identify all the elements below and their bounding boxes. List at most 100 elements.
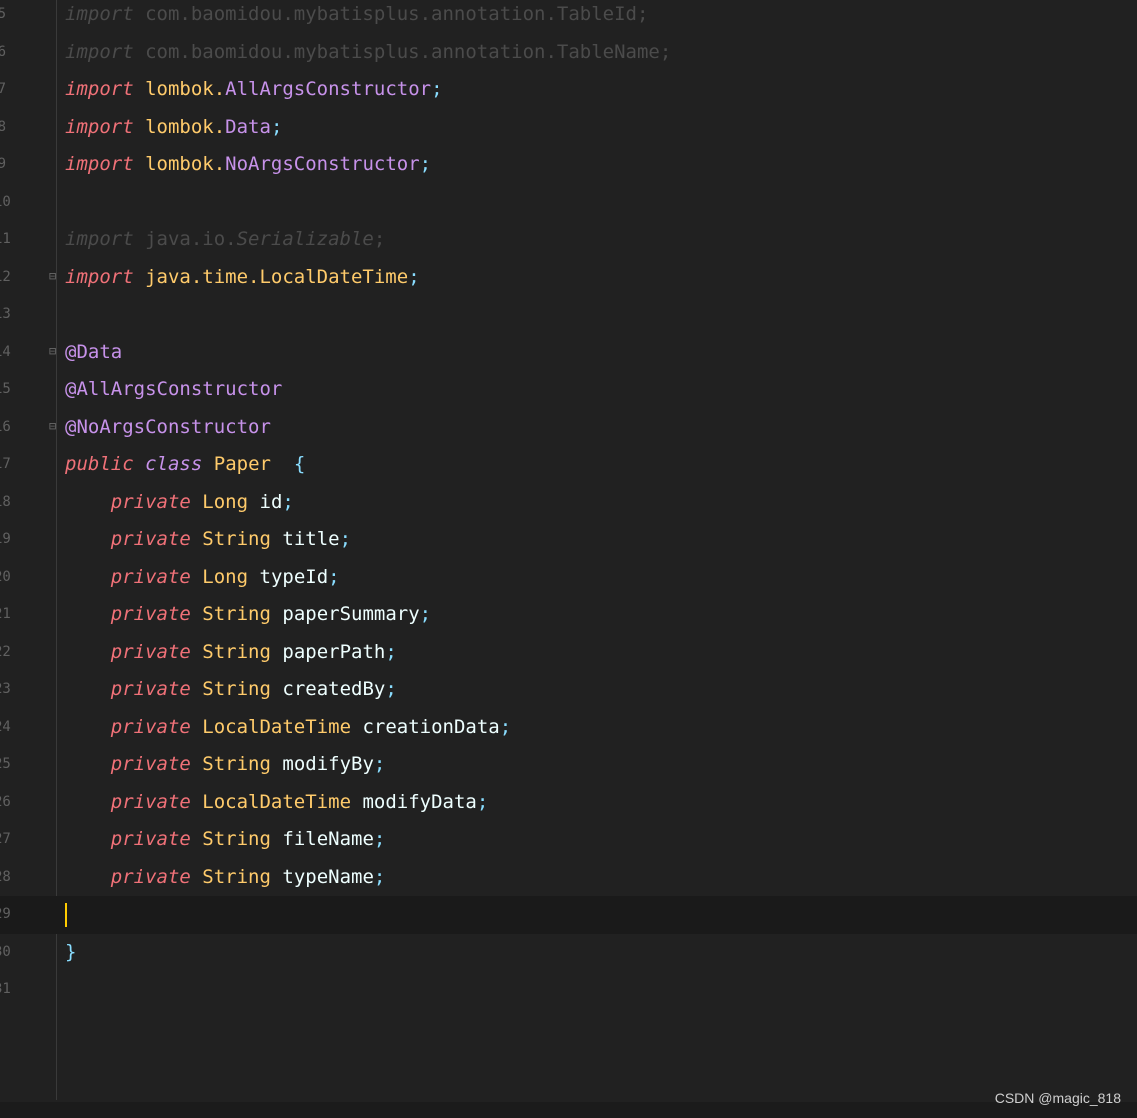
code-line[interactable]: 16 ⊟ @NoArgsConstructor (0, 409, 1137, 447)
code-line[interactable]: 24 private LocalDateTime creationData; (0, 709, 1137, 747)
code-token: modifyBy (270, 753, 374, 775)
code-token: ; (373, 228, 386, 250)
code-line[interactable]: 17 public class Paper { (0, 446, 1137, 484)
code-line[interactable]: 30} (0, 934, 1137, 972)
code-line[interactable]: 5 import com.baomidou.mybatisplus.annotat… (0, 0, 1137, 34)
line-number: 24 (0, 718, 11, 735)
line-number: 16 (0, 418, 11, 435)
code-text: private LocalDateTime modifyData; (65, 784, 489, 822)
code-text: private String paperPath; (65, 634, 397, 672)
code-text: @Data (65, 334, 122, 372)
line-number: 30 (0, 943, 11, 960)
code-text: private String title; (65, 521, 351, 559)
code-token: private (110, 790, 191, 813)
code-line[interactable]: 10 (0, 184, 1137, 222)
code-token: public (65, 453, 134, 475)
fold-icon[interactable]: ⊟ (49, 344, 60, 358)
code-text: } (65, 934, 76, 972)
code-line[interactable]: 31 (0, 971, 1137, 1009)
code-line[interactable]: 22 private String paperPath; (0, 634, 1137, 672)
code-token: AllArgsConstructor (225, 78, 432, 100)
code-line[interactable]: 6 import com.baomidou.mybatisplus.annotat… (0, 34, 1137, 72)
code-token: title (270, 528, 340, 550)
code-line[interactable]: 21 private String paperSummary; (0, 596, 1137, 634)
code-line[interactable]: 28 private String typeName; (0, 859, 1137, 897)
code-token: ; (328, 565, 340, 588)
code-line[interactable]: 26 private LocalDateTime modifyData; (0, 784, 1137, 822)
code-token: private (110, 828, 191, 850)
code-line[interactable]: 11 import java.io.Serializable; (0, 221, 1137, 259)
code-text: import com.baomidou.mybatisplus.annotati… (65, 0, 648, 34)
code-token: String (202, 603, 271, 625)
line-number: 27 (0, 831, 11, 847)
code-token: typeName (270, 865, 374, 888)
code-token: import (65, 115, 134, 138)
code-line[interactable]: 27 private String fileName; (0, 821, 1137, 859)
code-text: private String modifyBy; (65, 746, 386, 784)
code-line[interactable]: 23 private String createdBy; (0, 671, 1137, 709)
code-token: import (65, 265, 134, 288)
code-line[interactable]: 20 private Long typeId; (0, 559, 1137, 597)
code-line[interactable]: 29 (0, 896, 1137, 934)
code-line[interactable]: 19 private String title; (0, 521, 1137, 559)
code-text: import java.time.LocalDateTime; (65, 259, 420, 297)
editor-bottom-bar (0, 1102, 1137, 1118)
code-text: import lombok.AllArgsConstructor; (65, 71, 443, 109)
code-token: Paper (213, 453, 271, 475)
code-token: lombok. (145, 153, 226, 175)
code-text: import lombok.NoArgsConstructor; (65, 146, 431, 184)
code-token: creationData (351, 715, 500, 738)
line-number: 21 (0, 606, 11, 622)
code-token: ; (419, 603, 432, 625)
line-number: 26 (0, 793, 11, 810)
code-line[interactable]: 18 private Long id; (0, 484, 1137, 522)
code-token: fileName (270, 828, 374, 850)
code-text: @AllArgsConstructor (65, 371, 282, 409)
code-line[interactable]: 15 @AllArgsConstructor (0, 371, 1137, 409)
code-token: com.baomidou.mybatisplus.annotation.Tabl… (133, 3, 649, 25)
code-token: { (293, 453, 306, 475)
watermark: CSDN @magic_818 (994, 1090, 1121, 1106)
code-token: ; (270, 115, 283, 138)
code-token: private (110, 490, 191, 513)
fold-icon[interactable]: ⊟ (49, 269, 60, 283)
code-token: private (110, 603, 191, 625)
code-line[interactable]: 9 import lombok.NoArgsConstructor; (0, 146, 1137, 184)
line-number: 6 (0, 43, 6, 60)
code-line[interactable]: 14 ⊟ @Data (0, 334, 1137, 372)
code-text: import com.baomidou.mybatisplus.annotati… (65, 34, 671, 72)
code-token: Data (225, 115, 271, 138)
code-text: private Long id; (65, 484, 294, 522)
line-number: 28 (0, 868, 11, 885)
line-number: 7 (0, 81, 6, 97)
code-token: import (65, 40, 134, 63)
code-line[interactable]: 13 (0, 296, 1137, 334)
line-number: 11 (0, 231, 11, 247)
fold-icon[interactable]: ⊟ (49, 419, 60, 433)
code-token: import (65, 228, 134, 250)
code-line[interactable]: 12 ⊟ import java.time.LocalDateTime; (0, 259, 1137, 297)
code-token: com.baomidou.mybatisplus.annotation.Tabl… (133, 40, 672, 63)
code-editor[interactable]: 5 import com.baomidou.mybatisplus.annotat… (0, 0, 1137, 1102)
code-text: private Long typeId; (65, 559, 340, 597)
code-line[interactable]: 8 import lombok.Data; (0, 109, 1137, 147)
code-line[interactable]: 25 private String modifyBy; (0, 746, 1137, 784)
code-line[interactable]: 7 import lombok.AllArgsConstructor; (0, 71, 1137, 109)
code-token: java.io. (133, 228, 237, 250)
line-number: 29 (0, 906, 11, 922)
code-token: private (110, 565, 191, 588)
